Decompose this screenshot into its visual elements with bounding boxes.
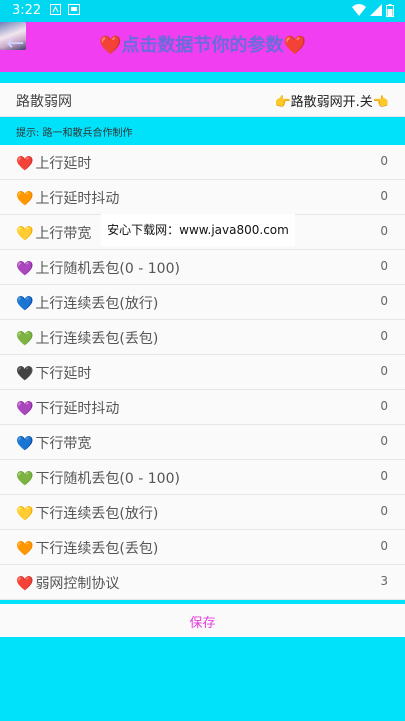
- setting-label-text: 上行连续丢包(放行): [35, 296, 159, 312]
- setting-value[interactable]: 0: [380, 469, 388, 483]
- setting-label: 💚 下行随机丢包(0 - 100): [16, 468, 180, 488]
- hint-banner: 提示: 路一和散兵合作制作: [0, 117, 405, 145]
- toggle-row[interactable]: 路散弱网 👉路散弱网开.关👈: [0, 83, 405, 117]
- setting-row[interactable]: 💚 上行连续丢包(丢包) 0: [0, 320, 405, 355]
- heart-icon: 💜: [16, 401, 34, 417]
- setting-label: 💚 上行连续丢包(丢包): [16, 328, 158, 348]
- setting-label-text: 弱网控制协议: [35, 576, 120, 592]
- heart-icon: 🧡: [16, 191, 34, 207]
- setting-row[interactable]: 💜 下行延时抖动 0: [0, 390, 405, 425]
- setting-label: 🖤 下行延时: [16, 363, 91, 383]
- setting-row[interactable]: 💙 下行带宽 0: [0, 425, 405, 460]
- setting-row[interactable]: 💙 上行连续丢包(放行) 0: [0, 285, 405, 320]
- heart-right-icon: ❤️: [283, 35, 306, 56]
- page-title[interactable]: ❤️点击数据节你的参数❤️: [0, 34, 405, 58]
- setting-label: 💜 上行随机丢包(0 - 100): [16, 258, 180, 278]
- toggle-label: 路散弱网: [16, 94, 72, 110]
- setting-row[interactable]: 💛 下行连续丢包(放行) 0: [0, 495, 405, 530]
- setting-label: 🧡 上行延时抖动: [16, 188, 119, 208]
- heart-left-icon: ❤️: [99, 35, 122, 56]
- setting-label-text: 上行随机丢包(0 - 100): [35, 261, 180, 277]
- setting-label: 💛 下行连续丢包(放行): [16, 503, 158, 523]
- setting-row[interactable]: 🧡 上行延时抖动 0: [0, 180, 405, 215]
- setting-label-text: 下行随机丢包(0 - 100): [35, 471, 180, 487]
- setting-row[interactable]: 🧡 下行连续丢包(丢包) 0: [0, 530, 405, 565]
- battery-icon: [386, 4, 394, 21]
- setting-value[interactable]: 0: [380, 189, 388, 203]
- heart-icon: ❤️: [16, 156, 34, 172]
- setting-label-text: 上行延时抖动: [35, 191, 120, 207]
- setting-label-text: 下行带宽: [35, 436, 92, 452]
- watermark: 安心下载网：www.java800.com: [101, 214, 295, 246]
- setting-label-text: 上行带宽: [35, 226, 92, 242]
- setting-value[interactable]: 0: [380, 154, 388, 168]
- setting-value[interactable]: 3: [380, 574, 388, 588]
- setting-row[interactable]: 💚 下行随机丢包(0 - 100) 0: [0, 460, 405, 495]
- setting-row[interactable]: ❤️ 弱网控制协议 3: [0, 565, 405, 600]
- settings-list: 路散弱网 👉路散弱网开.关👈 提示: 路一和散兵合作制作 ❤️ 上行延时 0 🧡 上行延…: [0, 83, 405, 600]
- heart-icon: 💛: [16, 226, 34, 242]
- heart-icon: 🧡: [16, 541, 34, 557]
- heart-icon: 💚: [16, 331, 34, 347]
- setting-value[interactable]: 0: [380, 504, 388, 518]
- setting-value[interactable]: 0: [380, 539, 388, 553]
- heart-icon: 💚: [16, 471, 34, 487]
- notification-icon: [50, 4, 61, 19]
- status-bar: 3:22: [0, 0, 405, 22]
- setting-label-text: 上行连续丢包(丢包): [35, 331, 159, 347]
- wifi-icon: [352, 4, 366, 20]
- weak-network-toggle[interactable]: 👉路散弱网开.关👈: [274, 91, 389, 110]
- signal-icon: [370, 4, 382, 20]
- title-text: 点击数据节你的参数: [121, 35, 284, 56]
- image-icon: [68, 4, 80, 19]
- heart-icon: 💛: [16, 506, 34, 522]
- setting-label: 💙 上行连续丢包(放行): [16, 293, 158, 313]
- heart-icon: 💙: [16, 436, 34, 452]
- setting-label: ❤️ 上行延时: [16, 153, 91, 173]
- setting-label-text: 上行延时: [35, 156, 92, 172]
- setting-value[interactable]: 0: [380, 364, 388, 378]
- setting-label: 💜 下行延时抖动: [16, 398, 119, 418]
- setting-value[interactable]: 0: [380, 434, 388, 448]
- setting-value[interactable]: 0: [380, 329, 388, 343]
- setting-value[interactable]: 0: [380, 399, 388, 413]
- save-label: 保存: [189, 616, 216, 631]
- setting-value[interactable]: 0: [380, 259, 388, 273]
- setting-label: ❤️ 弱网控制协议: [16, 573, 119, 593]
- setting-value[interactable]: 0: [380, 294, 388, 308]
- setting-row[interactable]: ❤️ 上行延时 0: [0, 145, 405, 180]
- heart-icon: 💙: [16, 296, 34, 312]
- setting-row[interactable]: 💜 上行随机丢包(0 - 100) 0: [0, 250, 405, 285]
- setting-label-text: 下行延时: [35, 366, 92, 382]
- app-header: ← ❤️点击数据节你的参数❤️: [0, 22, 405, 72]
- setting-label-text: 下行连续丢包(放行): [35, 506, 159, 522]
- setting-row[interactable]: 🖤 下行延时 0: [0, 355, 405, 390]
- heart-icon: 🖤: [16, 366, 34, 382]
- heart-icon: 💜: [16, 261, 34, 277]
- setting-value[interactable]: 0: [380, 224, 388, 238]
- setting-label: 💛 上行带宽: [16, 223, 91, 243]
- setting-label: 💙 下行带宽: [16, 433, 91, 453]
- setting-label-text: 下行延时抖动: [35, 401, 120, 417]
- setting-label-text: 下行连续丢包(丢包): [35, 541, 159, 557]
- save-button[interactable]: 保存: [0, 604, 405, 637]
- status-time: 3:22: [12, 3, 42, 18]
- heart-icon: ❤️: [16, 576, 34, 592]
- setting-label: 🧡 下行连续丢包(丢包): [16, 538, 158, 558]
- hint-text: 提示: 路一和散兵合作制作: [16, 128, 133, 139]
